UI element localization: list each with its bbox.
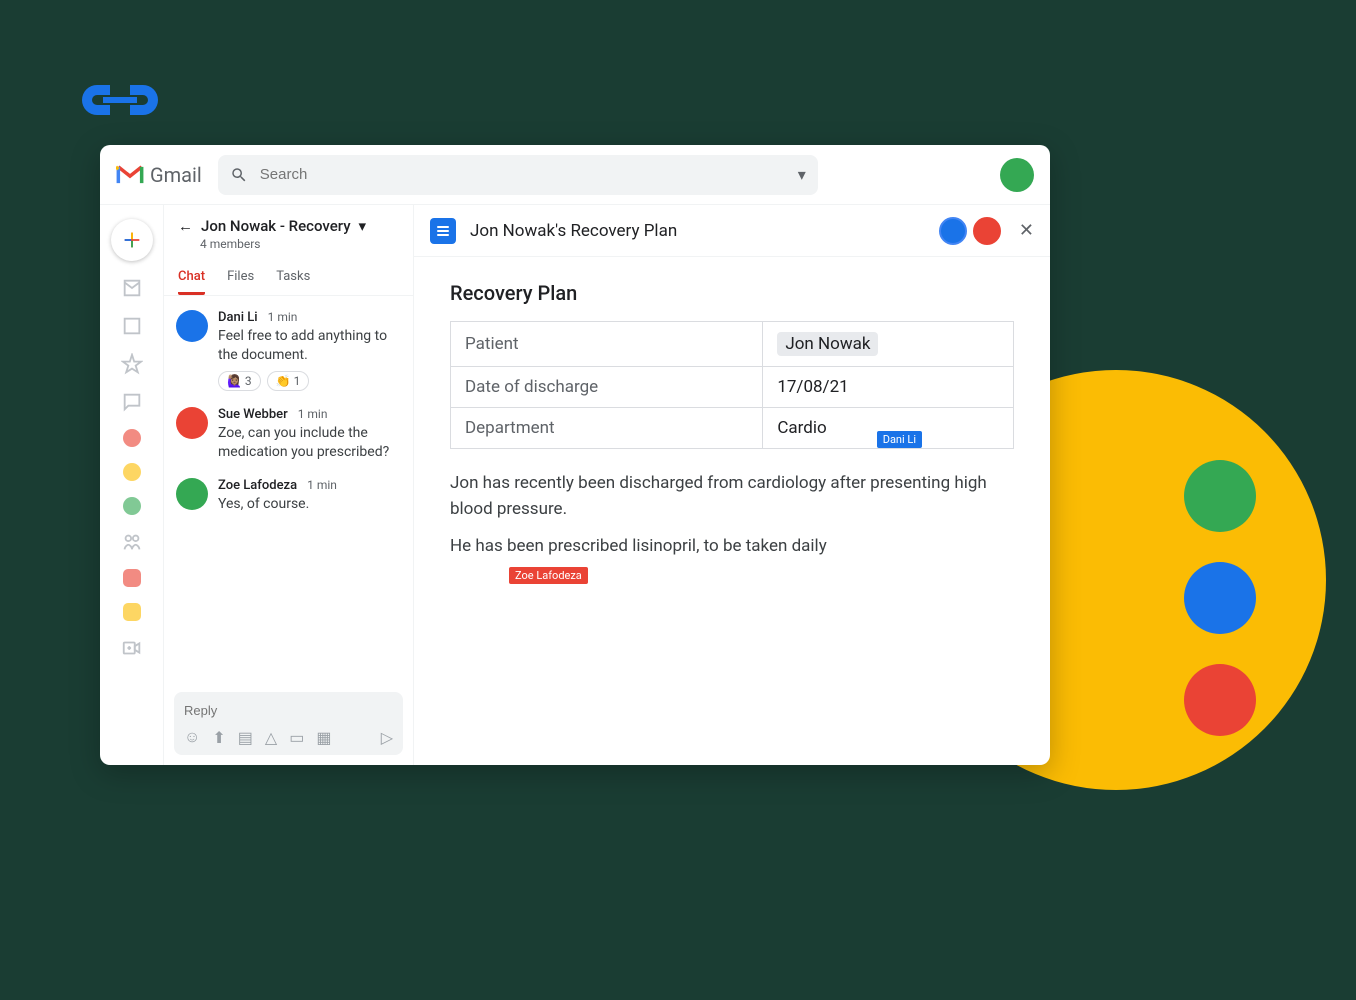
chat-messages: Dani Li 1 min Feel free to add anything to… — [164, 296, 413, 684]
upload-icon[interactable]: ⬆ — [212, 728, 225, 747]
status-dot-yellow[interactable] — [123, 463, 141, 481]
avatar — [1184, 664, 1256, 736]
chat-icon[interactable] — [121, 391, 143, 413]
compose-button[interactable] — [111, 219, 153, 261]
reply-box: ☺ ⬆ ▤ △ ▭ ▦ ▷ — [174, 692, 403, 755]
chat-title[interactable]: Jon Nowak - Recovery — [201, 217, 351, 235]
doc-header: Jon Nowak's Recovery Plan ✕ — [414, 205, 1050, 257]
message-body: Yes, of course. — [218, 495, 401, 514]
profile-avatar[interactable] — [1000, 158, 1034, 192]
spaces-icon[interactable] — [121, 531, 143, 553]
message-time: 1 min — [298, 407, 328, 421]
doc-body[interactable]: Recovery Plan PatientJon NowakDate of di… — [414, 257, 1050, 765]
docs-attach-icon[interactable]: ▤ — [238, 728, 253, 747]
gmail-logo[interactable]: Gmail — [116, 163, 202, 187]
message-body: Zoe, can you include the medication you … — [218, 424, 401, 462]
tab-tasks[interactable]: Tasks — [276, 269, 310, 295]
doc-paragraph: Jon has recently been discharged from ca… — [450, 471, 1014, 522]
meet-icon[interactable] — [121, 637, 143, 659]
drive-icon[interactable]: △ — [265, 728, 277, 747]
search-icon — [230, 166, 248, 184]
space-item-red[interactable] — [123, 569, 141, 587]
reaction-chip[interactable]: 🙋🏽‍♀️ 3 — [218, 371, 261, 391]
video-icon[interactable]: ▭ — [289, 728, 304, 747]
avatar — [176, 310, 208, 342]
search-bar[interactable]: ▾ — [218, 155, 818, 195]
app-window: Gmail ▾ — [100, 145, 1050, 765]
collab-cursor-red: Zoe Lafodeza — [509, 567, 588, 584]
chat-members: 4 members — [200, 237, 399, 251]
link-icon — [65, 75, 175, 129]
doc-title: Jon Nowak's Recovery Plan — [470, 221, 677, 241]
table-label: Date of discharge — [451, 367, 763, 408]
message-time: 1 min — [268, 310, 298, 324]
chat-message[interactable]: Dani Li 1 min Feel free to add anything to… — [176, 310, 401, 391]
chat-panel: ← Jon Nowak - Recovery ▾ 4 members Chat … — [164, 205, 414, 765]
table-row: DepartmentCardio — [451, 408, 1014, 449]
space-item-yellow[interactable] — [123, 603, 141, 621]
calendar-icon[interactable]: ▦ — [316, 728, 331, 747]
table-label: Patient — [451, 322, 763, 367]
message-sender: Zoe Lafodeza — [218, 478, 297, 493]
search-input[interactable] — [260, 166, 786, 183]
chevron-down-icon[interactable]: ▾ — [359, 217, 367, 235]
collab-cursor-blue: Dani Li — [877, 431, 922, 448]
info-table: PatientJon NowakDate of discharge17/08/2… — [450, 321, 1014, 449]
table-value: 17/08/21 — [763, 367, 1014, 408]
star-icon[interactable] — [121, 353, 143, 375]
table-value: Jon Nowak — [763, 322, 1014, 367]
message-sender: Sue Webber — [218, 407, 288, 422]
chat-message[interactable]: Sue Webber 1 min Zoe, can you include the … — [176, 407, 401, 462]
avatar — [176, 407, 208, 439]
inbox-icon[interactable] — [121, 315, 143, 337]
message-time: 1 min — [307, 478, 337, 492]
collaborator-avatar[interactable] — [973, 217, 1001, 245]
doc-heading: Recovery Plan — [450, 281, 1014, 305]
table-label: Department — [451, 408, 763, 449]
app-name: Gmail — [150, 163, 202, 187]
emoji-icon[interactable]: ☺ — [184, 727, 200, 747]
topbar: Gmail ▾ — [100, 145, 1050, 205]
mail-icon[interactable] — [121, 277, 143, 299]
avatar — [1184, 562, 1256, 634]
chat-tabs: Chat Files Tasks — [164, 269, 413, 296]
status-dot-red[interactable] — [123, 429, 141, 447]
reply-input[interactable] — [184, 703, 393, 718]
avatar — [1184, 460, 1256, 532]
back-icon[interactable]: ← — [178, 217, 193, 235]
close-button[interactable]: ✕ — [1019, 220, 1034, 241]
tab-chat[interactable]: Chat — [178, 269, 205, 295]
search-options-icon[interactable]: ▾ — [798, 165, 806, 184]
table-row: Date of discharge17/08/21 — [451, 367, 1014, 408]
doc-paragraph: He has been prescribed lisinopril, to be… — [450, 534, 1014, 560]
collaborator-avatar[interactable] — [939, 217, 967, 245]
left-rail — [100, 205, 164, 765]
status-dot-green[interactable] — [123, 497, 141, 515]
message-sender: Dani Li — [218, 310, 258, 325]
reaction-chip[interactable]: 👏 1 — [267, 371, 310, 391]
document-panel: Jon Nowak's Recovery Plan ✕ Recovery Pla… — [414, 205, 1050, 765]
tab-files[interactable]: Files — [227, 269, 254, 295]
table-row: PatientJon Nowak — [451, 322, 1014, 367]
message-body: Feel free to add anything to the documen… — [218, 327, 401, 365]
google-docs-icon — [430, 218, 456, 244]
send-icon[interactable]: ▷ — [381, 728, 393, 747]
avatar — [176, 478, 208, 510]
decorative-avatars — [1184, 460, 1256, 736]
chat-message[interactable]: Zoe Lafodeza 1 min Yes, of course. — [176, 478, 401, 514]
